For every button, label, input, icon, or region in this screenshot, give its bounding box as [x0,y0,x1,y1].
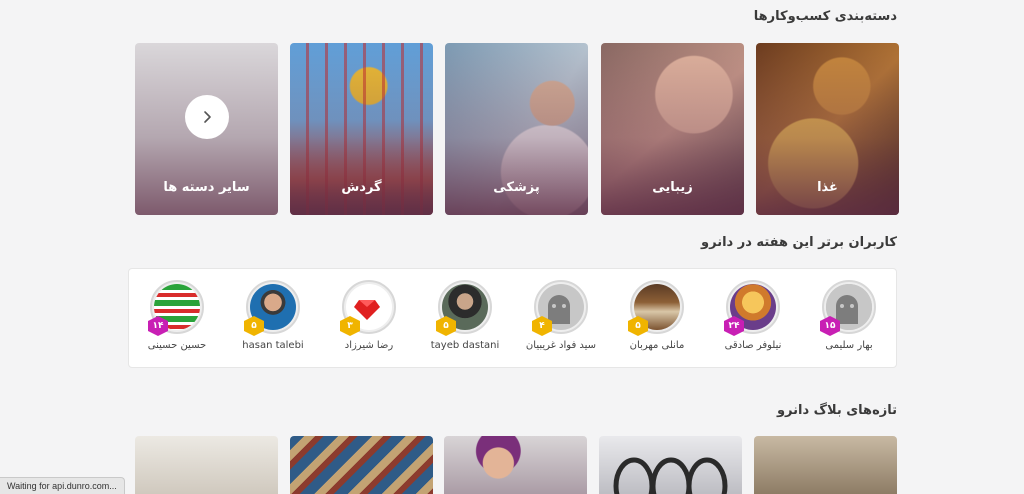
user-card[interactable]: ۵ hasan talebi [223,280,323,351]
avatar: ۱۴ [148,280,204,336]
user-name: سید فواد غریبیان [525,340,597,351]
category-card-travel[interactable]: گردش [290,43,433,215]
avatar: ۲۴ [724,280,780,336]
chevron-right-icon [203,111,211,123]
user-card[interactable]: ۵ tayeb dastani [415,280,515,351]
user-name: نیلوفر صادقی [724,340,782,351]
user-card[interactable]: ۲۴ نیلوفر صادقی [703,280,803,351]
category-label: سایر دسته ها [163,180,250,195]
next-arrow-button[interactable] [184,95,229,139]
category-card-beauty[interactable]: زیبایی [601,43,744,215]
user-card[interactable]: ۴ سید فواد غریبیان [511,280,611,351]
categories-section-title: دسته‌بندی کسب‌وکارها [753,9,897,24]
category-label: غذا [817,180,838,195]
blog-section-title: تازه‌های بلاگ دانرو [776,403,897,418]
avatar: ۵ [436,280,492,336]
user-name: حسین حسینی [147,340,207,351]
blog-cards [135,436,899,494]
category-label: زیبایی [652,180,693,195]
top-users-section-title: کاربران برتر این هفته در دانرو [701,235,897,250]
category-card-medical[interactable]: پزشکی [445,43,588,215]
avatar: ۱۵ [820,280,876,336]
browser-status-bar: Waiting for api.dunro.com... [0,477,125,494]
user-name: رضا شیرزاد [344,340,394,351]
avatar: ۵ [244,280,300,336]
avatar: ۳ [340,280,396,336]
avatar: ۴ [532,280,588,336]
user-card[interactable]: ۱۵ بهار سلیمی [799,280,899,351]
avatar: ۵ [628,280,684,336]
user-name: مانلی مهربان [629,340,685,351]
blog-card-woman-image[interactable] [444,436,587,494]
blog-card-carpet-image[interactable] [290,436,433,494]
top-users-panel: ۱۵ بهار سلیمی ۲۴ نیلوفر صادقی ۵ مانلی مه… [128,268,897,368]
category-card-food[interactable]: غذا [756,43,899,215]
user-card[interactable]: ۳ رضا شیرزاد [319,280,419,351]
rings-image [613,457,728,494]
user-name: بهار سلیمی [825,340,873,351]
blog-card-rings-image[interactable] [599,436,742,494]
user-name: tayeb dastani [430,340,500,351]
category-label: گردش [341,180,382,195]
blog-card-building-image[interactable] [754,436,897,494]
category-label: پزشکی [493,180,540,195]
category-card-other[interactable]: سایر دسته ها [135,43,278,215]
user-card[interactable]: ۵ مانلی مهربان [607,280,707,351]
category-cards: غذا زیبایی پزشکی گردش سایر دسته ها [135,43,899,215]
user-name: hasan talebi [242,340,304,351]
blog-card-interior-image[interactable] [135,436,278,494]
user-card[interactable]: ۱۴ حسین حسینی [127,280,227,351]
